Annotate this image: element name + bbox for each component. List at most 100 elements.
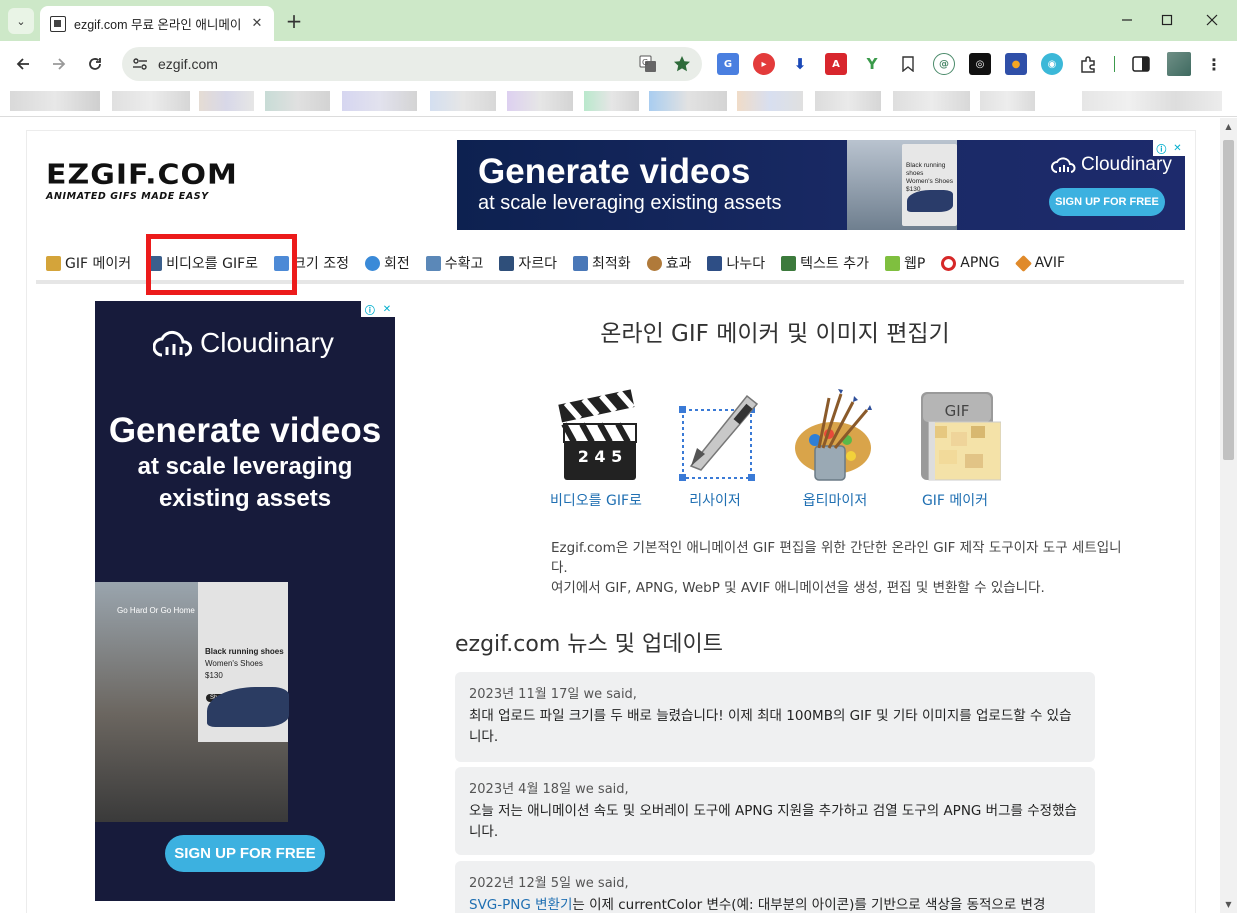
svg-text:G: G (642, 58, 648, 67)
arrow-right-icon (53, 58, 66, 70)
browser-toolbar: ezgif.com G G ▸ ⬇ A Y @ ◎ ● ◉ ⋮ (0, 41, 1237, 87)
feature-resizer[interactable]: 리사이저 (660, 388, 770, 510)
bookmark-item[interactable] (507, 91, 573, 111)
more-menu-icon[interactable]: ⋮ (1203, 53, 1225, 75)
ad-photo-caption: Go Hard Or Go Home (117, 606, 195, 615)
forward-button[interactable] (45, 50, 73, 78)
close-tab-button[interactable]: ✕ (248, 15, 266, 33)
site-info-icon[interactable] (127, 51, 153, 77)
ad-info-icon[interactable]: ⓘ (365, 302, 375, 317)
svg-png-converter-link[interactable]: SVG-PNG 변환기 (469, 897, 572, 913)
minimize-icon (1122, 19, 1132, 21)
intro-paragraph-1: Ezgif.com은 기본적인 애니메이션 GIF 편집을 위한 간단한 온라인… (551, 540, 1122, 576)
feature-gif-maker[interactable]: GIF GIF 메이커 (900, 388, 1010, 510)
bookmark-item[interactable] (1082, 91, 1222, 111)
nav-avif[interactable]: AVIF (1006, 248, 1071, 278)
bookmark-item[interactable] (737, 91, 803, 111)
top-banner-ad[interactable]: Generate videos at scale leveraging exis… (457, 140, 1185, 230)
scroll-down-arrow-icon[interactable]: ▼ (1220, 896, 1237, 913)
back-button[interactable] (9, 50, 37, 78)
rotate-icon (365, 255, 380, 271)
nav-gif-maker[interactable]: GIF 메이커 (36, 248, 137, 278)
ad-headline: Generate videos (478, 152, 751, 191)
pdf-extension-icon[interactable]: A (825, 53, 847, 75)
nav-effects[interactable]: 효과 (637, 248, 698, 278)
bookmark-item[interactable] (893, 91, 970, 111)
news-date: 2022년 12월 5일 we said, (469, 876, 629, 891)
cut-icon (499, 255, 515, 271)
bookmark-item[interactable] (649, 91, 727, 111)
effects-icon (646, 255, 662, 271)
nav-optimize[interactable]: 최적화 (563, 248, 637, 278)
close-window-button[interactable] (1197, 6, 1227, 34)
news-item: 2023년 11월 17일 we said, 최대 업로드 파일 크기를 두 배… (455, 672, 1095, 762)
bookmark-item[interactable] (112, 91, 190, 111)
ad-product-title: Black running shoes (205, 647, 284, 656)
download-extension-icon[interactable]: ⬇ (789, 53, 811, 75)
reload-button[interactable] (81, 50, 109, 78)
tab-search-button[interactable]: ⌄ (8, 8, 34, 34)
bookmark-item[interactable] (980, 91, 1035, 111)
nav-crop[interactable]: 수확고 (416, 248, 490, 278)
page-scrollbar[interactable]: ▲ ▼ (1220, 118, 1237, 913)
page-viewport: EZGIF.COM ANIMATED GIFS MADE EASY Genera… (0, 118, 1220, 913)
profile-avatar[interactable] (1167, 52, 1191, 76)
url-text[interactable]: ezgif.com (158, 56, 634, 72)
address-bar[interactable]: ezgif.com G (122, 47, 702, 81)
ai-extension-icon[interactable]: ◎ (969, 53, 991, 75)
bookmark-extension-icon[interactable] (897, 53, 919, 75)
bookmark-item[interactable] (199, 91, 254, 111)
tab-strip: ⌄ ezgif.com 무료 온라인 애니메이 ✕ + (0, 0, 1237, 41)
side-panel-icon[interactable] (1130, 53, 1152, 75)
nav-add-text[interactable]: 텍스트 추가 (771, 248, 875, 278)
extensions-puzzle-icon[interactable] (1077, 53, 1099, 75)
news-heading: ezgif.com 뉴스 및 업데이트 (455, 632, 723, 657)
ad-brand: Cloudinary (1051, 154, 1172, 176)
nav-split[interactable]: 나누다 (697, 248, 771, 278)
bookmark-item[interactable] (10, 91, 100, 111)
bookmark-item[interactable] (265, 91, 330, 111)
bookmark-item[interactable] (430, 91, 496, 111)
google-translate-extension-icon[interactable]: G (717, 53, 739, 75)
site-logo[interactable]: EZGIF.COM ANIMATED GIFS MADE EASY (46, 160, 276, 208)
ad-close-icon[interactable]: ✕ (383, 304, 391, 315)
nav-rotate[interactable]: 회전 (355, 248, 416, 278)
resize-icon (669, 388, 761, 484)
ad-choices[interactable]: ⓘ ✕ (1153, 140, 1185, 156)
new-tab-button[interactable]: + (282, 9, 306, 33)
firefox-extension-icon[interactable]: ● (1005, 53, 1027, 75)
nav-apng[interactable]: APNG (931, 248, 1005, 278)
feature-optimizer[interactable]: 옵티마이저 (780, 388, 890, 510)
video-extension-icon[interactable]: ▸ (753, 53, 775, 75)
nav-label: GIF 메이커 (65, 256, 132, 272)
feature-video-to-gif[interactable]: 2 4 5 비디오를 GIF로 (541, 388, 651, 510)
leaf-extension-icon[interactable]: Y (861, 53, 883, 75)
nav-webp[interactable]: 웹P (875, 248, 931, 278)
bookmark-item[interactable] (815, 91, 881, 111)
network-extension-icon[interactable]: @ (933, 53, 955, 75)
logo-tagline: ANIMATED GIFS MADE EASY (46, 191, 209, 202)
svg-text:2 4 5: 2 4 5 (578, 447, 623, 466)
ad-choices[interactable]: ⓘ ✕ (361, 301, 395, 317)
maximize-button[interactable] (1152, 6, 1182, 34)
nav-label: APNG (960, 255, 1000, 271)
chat-extension-icon[interactable]: ◉ (1041, 53, 1063, 75)
ad-signup-button[interactable]: SIGN UP FOR FREE (165, 835, 325, 872)
ad-close-icon[interactable]: ✕ (1173, 143, 1181, 154)
scroll-up-arrow-icon[interactable]: ▲ (1220, 118, 1237, 135)
bookmark-item[interactable] (342, 91, 417, 111)
nav-cut[interactable]: 자르다 (489, 248, 563, 278)
bookmark-star-icon[interactable] (668, 50, 696, 78)
crop-icon (425, 255, 441, 271)
side-banner-ad[interactable]: Cloudinary Generate videos at scale leve… (95, 301, 395, 901)
scrollbar-thumb[interactable] (1223, 140, 1234, 460)
browser-tab[interactable]: ezgif.com 무료 온라인 애니메이 ✕ (40, 6, 274, 41)
nav-label: 텍스트 추가 (800, 256, 869, 272)
ad-info-icon[interactable]: ⓘ (1156, 141, 1166, 156)
translate-icon[interactable]: G (634, 50, 662, 78)
ad-brand-name: Cloudinary (1081, 154, 1172, 175)
news-text: 최대 업로드 파일 크기를 두 배로 늘렸습니다! 이제 최대 100MB의 G… (469, 708, 1072, 745)
bookmark-item[interactable] (584, 91, 639, 111)
minimize-button[interactable] (1112, 6, 1142, 34)
ad-signup-button[interactable]: SIGN UP FOR FREE (1049, 188, 1165, 216)
